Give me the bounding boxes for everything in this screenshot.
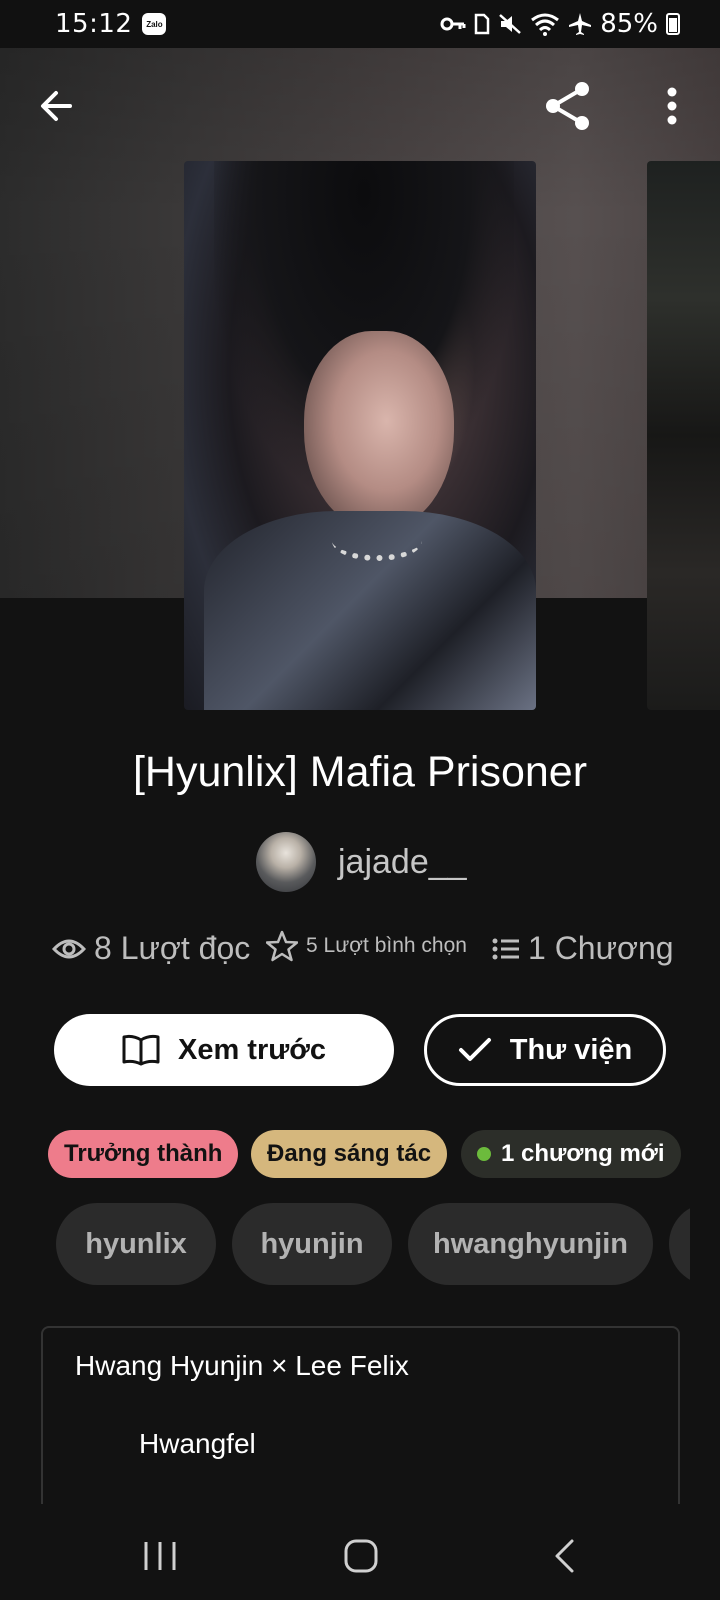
status-bar: 15:12 Zalo 85% <box>0 0 720 48</box>
description-ship-name: Hwangfel <box>139 1428 256 1459</box>
new-chapter-label: 1 chương mới <box>501 1140 665 1167</box>
eye-icon <box>52 937 86 961</box>
check-icon <box>458 1036 492 1064</box>
tag-list: hyunlix hyunjin hwanghyunjin <box>0 1203 690 1285</box>
home-button[interactable] <box>331 1526 391 1586</box>
reads-stat: 8 Lượt đọc <box>52 930 250 967</box>
sim-icon <box>474 13 490 35</box>
arrow-left-icon <box>41 91 72 121</box>
ongoing-badge: Đang sáng tác <box>251 1130 448 1178</box>
airplane-icon <box>569 13 592 35</box>
next-cover-image[interactable] <box>647 161 720 710</box>
parts-stat: 1 Chương <box>492 930 674 967</box>
library-label: Thư viện <box>509 1033 633 1066</box>
zalo-notification-icon: Zalo <box>142 13 167 35</box>
book-open-icon <box>122 1034 160 1066</box>
list-icon <box>492 937 520 961</box>
tag-more[interactable] <box>669 1203 690 1285</box>
new-chapter-badge: 1 chương mới <box>461 1130 681 1178</box>
votes-count: 5 Lượt bình chọn <box>306 934 467 957</box>
chevron-left-icon <box>555 1539 574 1573</box>
battery-percent: 85% <box>600 9 658 39</box>
author-link[interactable]: jajade__ <box>256 832 467 892</box>
reads-count: 8 Lượt đọc <box>94 930 251 966</box>
back-button[interactable] <box>28 78 84 134</box>
more-options-button[interactable] <box>644 78 700 134</box>
mature-badge: Trưởng thành <box>48 1130 239 1178</box>
preview-button[interactable]: Xem trước <box>54 1014 394 1086</box>
parts-count: 1 Chương <box>528 930 674 966</box>
votes-stat: 5 Lượt bình chọn <box>266 930 467 962</box>
tag-hyunlix[interactable]: hyunlix <box>56 1203 216 1285</box>
system-navigation-bar <box>0 1504 720 1600</box>
cover-face <box>304 331 454 531</box>
vpn-key-icon <box>440 17 466 31</box>
description-pairing: Hwang Hyunjin × Lee Felix <box>75 1350 409 1381</box>
story-stats: 8 Lượt đọc 5 Lượt bình chọn 1 Chương <box>0 930 720 974</box>
more-vertical-icon <box>667 87 677 125</box>
share-icon <box>546 82 589 130</box>
new-indicator-dot <box>477 1147 491 1161</box>
library-button[interactable]: Thư viện <box>424 1014 666 1086</box>
status-time: 15:12 <box>55 9 133 39</box>
preview-label: Xem trước <box>177 1033 326 1066</box>
share-button[interactable] <box>540 78 596 134</box>
star-icon <box>266 930 298 962</box>
system-back-button[interactable] <box>534 1526 594 1586</box>
author-name: jajade__ <box>338 842 467 881</box>
story-title: [Hyunlix] Mafia Prisoner <box>132 748 588 796</box>
mute-icon <box>499 14 522 34</box>
wifi-icon <box>531 13 560 36</box>
status-icons: 85% <box>440 9 680 39</box>
tag-hyunjin[interactable]: hyunjin <box>232 1203 392 1285</box>
tag-hwanghyunjin[interactable]: hwanghyunjin <box>408 1203 653 1285</box>
story-cover-image[interactable] <box>184 161 536 710</box>
home-icon <box>344 1539 378 1573</box>
recent-apps-icon <box>144 1542 176 1570</box>
recent-apps-button[interactable] <box>130 1526 190 1586</box>
cover-chain <box>332 521 422 561</box>
battery-icon <box>666 13 680 35</box>
author-avatar <box>256 832 316 892</box>
